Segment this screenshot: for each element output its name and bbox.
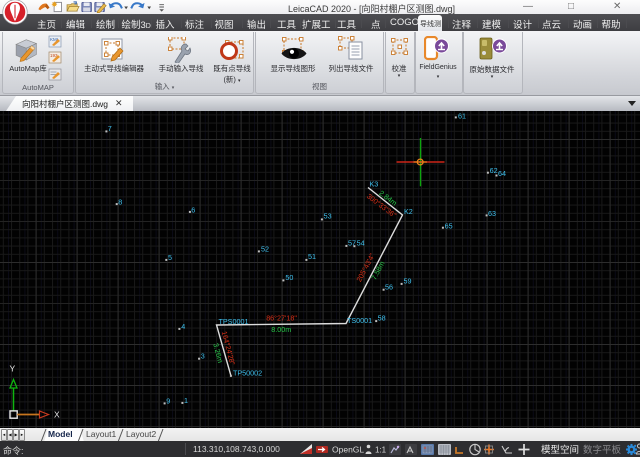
svg-text:86°27'18": 86°27'18" [266, 314, 297, 323]
svg-text:9: 9 [166, 396, 170, 405]
svg-text:8.00m: 8.00m [271, 325, 291, 334]
svg-text:53: 53 [324, 212, 332, 221]
svg-text:TP50002: TP50002 [233, 368, 262, 377]
svg-text:54: 54 [357, 239, 365, 248]
svg-text:61: 61 [458, 111, 466, 120]
svg-text:TS0001: TS0001 [347, 316, 372, 325]
svg-text:数字平板: 数字平板 [583, 444, 622, 456]
svg-text:K2: K2 [404, 207, 413, 216]
svg-text:X: X [54, 410, 60, 420]
svg-text:4: 4 [181, 322, 185, 331]
svg-text:63: 63 [488, 209, 496, 218]
svg-text:3: 3 [201, 351, 205, 360]
svg-text:Y: Y [10, 364, 16, 374]
svg-text:52: 52 [261, 245, 269, 254]
svg-text:1:1: 1:1 [375, 446, 387, 455]
svg-text:OpenGL: OpenGL [332, 445, 364, 455]
svg-text:K3: K3 [370, 179, 379, 188]
svg-text:6: 6 [191, 206, 195, 215]
svg-text:65: 65 [445, 221, 453, 230]
svg-text:56: 56 [385, 282, 393, 291]
svg-text:62: 62 [490, 166, 498, 175]
svg-text:TPS0001: TPS0001 [219, 317, 249, 326]
svg-text:8: 8 [118, 198, 122, 207]
svg-text:模型空间: 模型空间 [541, 444, 579, 456]
svg-text:1: 1 [184, 396, 188, 405]
svg-text:57: 57 [348, 239, 356, 248]
svg-text:50: 50 [285, 273, 293, 282]
svg-text:64: 64 [498, 169, 506, 178]
svg-text:58: 58 [378, 314, 386, 323]
svg-text:59: 59 [404, 277, 412, 286]
svg-text:5: 5 [168, 253, 172, 262]
svg-text:51: 51 [308, 252, 316, 261]
svg-text:7: 7 [108, 124, 112, 133]
